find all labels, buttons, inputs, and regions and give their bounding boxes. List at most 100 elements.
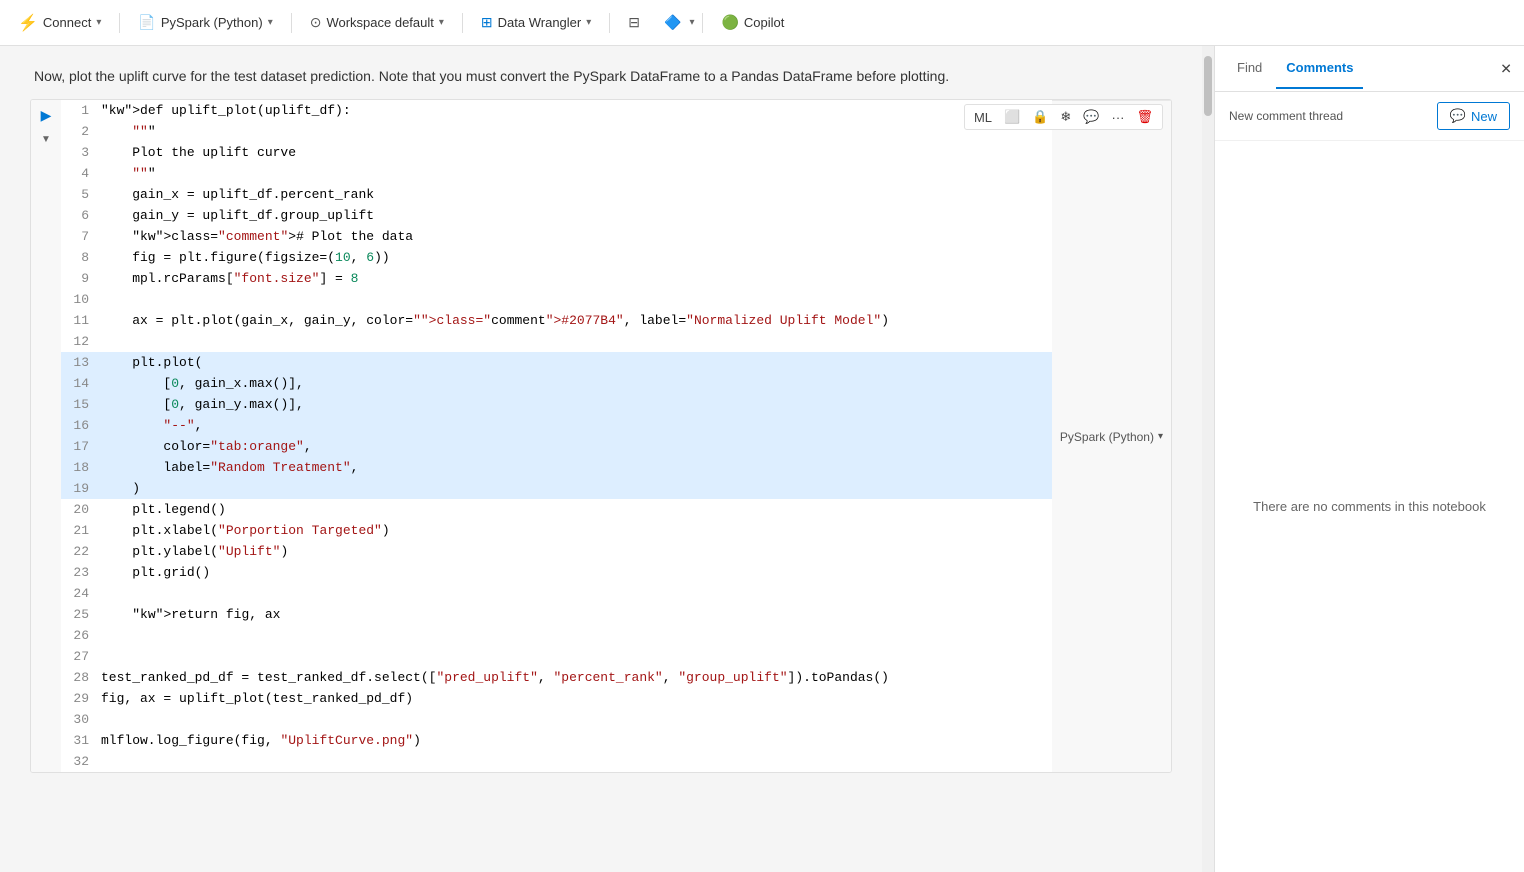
table-row: 31mlflow.log_figure(fig, "UpliftCurve.pn… xyxy=(61,730,1052,751)
vscode-button[interactable]: 🔷 xyxy=(654,10,691,35)
line-code[interactable]: fig, ax = uplift_plot(test_ranked_pd_df) xyxy=(101,688,1052,709)
connect-button[interactable]: ⚡ Connect ▾ xyxy=(8,9,111,37)
line-code[interactable] xyxy=(101,709,1052,730)
table-row: 28test_ranked_pd_df = test_ranked_df.sel… xyxy=(61,667,1052,688)
line-code[interactable]: gain_y = uplift_df.group_uplift xyxy=(101,205,1052,226)
line-code[interactable]: fig = plt.figure(figsize=(10, 6)) xyxy=(101,247,1052,268)
cell-description: Now, plot the uplift curve for the test … xyxy=(30,66,1172,87)
run-button[interactable]: ▶ xyxy=(35,104,57,126)
line-code[interactable]: plt.xlabel("Porportion Targeted") xyxy=(101,520,1052,541)
scrollbar[interactable] xyxy=(1202,46,1214,872)
line-code[interactable]: """ xyxy=(101,121,1052,142)
line-code[interactable]: "kw">return fig, ax xyxy=(101,604,1052,625)
line-code[interactable]: "--", xyxy=(101,415,1052,436)
line-number: 6 xyxy=(61,205,101,226)
code-content[interactable]: 1"kw">def uplift_plot(uplift_df):2 """3 … xyxy=(61,100,1052,772)
line-code[interactable]: plt.plot( xyxy=(101,352,1052,373)
lock-button[interactable]: 🔒 xyxy=(1029,107,1051,127)
line-code[interactable]: Plot the uplift curve xyxy=(101,142,1052,163)
line-code[interactable]: mlflow.log_figure(fig, "UpliftCurve.png"… xyxy=(101,730,1052,751)
table-row: 4 """ xyxy=(61,163,1052,184)
table-row: 6 gain_y = uplift_df.group_uplift xyxy=(61,205,1052,226)
line-code[interactable] xyxy=(101,331,1052,352)
cell-container[interactable]: Now, plot the uplift curve for the test … xyxy=(0,46,1202,872)
data-wrangler-button[interactable]: ⊞ Data Wrangler ▾ xyxy=(471,10,601,35)
line-code[interactable]: [0, gain_y.max()], xyxy=(101,394,1052,415)
line-code[interactable] xyxy=(101,583,1052,604)
more-button[interactable]: ··· xyxy=(1108,108,1127,127)
ml-button[interactable]: ML xyxy=(971,108,995,127)
table-row: 12 xyxy=(61,331,1052,352)
workspace-button[interactable]: ⊙ Workspace default ▾ xyxy=(300,10,454,35)
scrollbar-thumb xyxy=(1204,56,1212,116)
line-number: 31 xyxy=(61,730,101,751)
comment-plus-icon: 💬 xyxy=(1450,108,1466,124)
new-comment-button[interactable]: 💬 New xyxy=(1437,102,1510,130)
language-selector[interactable]: PySpark (Python) ▾ xyxy=(1060,430,1163,444)
line-code[interactable]: [0, gain_x.max()], xyxy=(101,373,1052,394)
table-row: 7 "kw">class="comment"># Plot the data xyxy=(61,226,1052,247)
delete-button[interactable]: 🗑 xyxy=(1133,107,1156,127)
table-row: 1"kw">def uplift_plot(uplift_df): xyxy=(61,100,1052,121)
line-code[interactable] xyxy=(101,289,1052,310)
panel-empty: There are no comments in this notebook xyxy=(1215,141,1524,872)
workspace-label: Workspace default xyxy=(326,15,433,30)
table-row: 16 "--", xyxy=(61,415,1052,436)
crop-button[interactable]: ⬜ xyxy=(1001,107,1023,127)
table-row: 14 [0, gain_x.max()], xyxy=(61,373,1052,394)
line-code[interactable]: """ xyxy=(101,163,1052,184)
table-row: 18 label="Random Treatment", xyxy=(61,457,1052,478)
table-row: 17 color="tab:orange", xyxy=(61,436,1052,457)
table-row: 22 plt.ylabel("Uplift") xyxy=(61,541,1052,562)
line-code[interactable] xyxy=(101,751,1052,772)
line-code[interactable]: plt.legend() xyxy=(101,499,1052,520)
line-number: 17 xyxy=(61,436,101,457)
table-row: 15 [0, gain_y.max()], xyxy=(61,394,1052,415)
line-number: 26 xyxy=(61,625,101,646)
line-code[interactable]: "kw">class="comment"># Plot the data xyxy=(101,226,1052,247)
table-row: 24 xyxy=(61,583,1052,604)
line-code[interactable] xyxy=(101,625,1052,646)
line-code[interactable]: plt.grid() xyxy=(101,562,1052,583)
line-code[interactable]: label="Random Treatment", xyxy=(101,457,1052,478)
collapse-button[interactable]: ▼ xyxy=(35,128,57,150)
find-tab[interactable]: Find xyxy=(1227,48,1272,89)
line-number: 25 xyxy=(61,604,101,625)
empty-message: There are no comments in this notebook xyxy=(1253,499,1486,514)
line-number: 23 xyxy=(61,562,101,583)
line-code[interactable]: ) xyxy=(101,478,1052,499)
pyspark-button[interactable]: 📄 PySpark (Python) ▾ xyxy=(128,10,282,35)
line-code[interactable]: ax = plt.plot(gain_x, gain_y, color="">c… xyxy=(101,310,1052,331)
close-button[interactable]: ✕ xyxy=(1500,60,1512,77)
line-code[interactable] xyxy=(101,646,1052,667)
line-code[interactable]: plt.ylabel("Uplift") xyxy=(101,541,1052,562)
pyspark-chevron: ▾ xyxy=(268,17,273,28)
line-code[interactable]: "kw">def uplift_plot(uplift_df): xyxy=(101,100,1052,121)
line-number: 1 xyxy=(61,100,101,121)
line-number: 11 xyxy=(61,310,101,331)
line-number: 29 xyxy=(61,688,101,709)
line-number: 20 xyxy=(61,499,101,520)
line-code[interactable]: mpl.rcParams["font.size"] = 8 xyxy=(101,268,1052,289)
table-row: 29fig, ax = uplift_plot(test_ranked_pd_d… xyxy=(61,688,1052,709)
line-code[interactable]: test_ranked_pd_df = test_ranked_df.selec… xyxy=(101,667,1052,688)
top-toolbar: ⚡ Connect ▾ 📄 PySpark (Python) ▾ ⊙ Works… xyxy=(0,0,1524,46)
line-number: 32 xyxy=(61,751,101,772)
copilot-button[interactable]: 🟢 Copilot xyxy=(711,10,794,35)
copilot-label: Copilot xyxy=(744,15,784,30)
snowflake-button[interactable]: ❄ xyxy=(1057,107,1074,127)
data-wrangler-chevron: ▾ xyxy=(586,17,591,28)
comment-button[interactable]: 💬 xyxy=(1080,107,1102,127)
layout-button[interactable]: ⊟ xyxy=(618,10,650,35)
panel-actions: New comment thread 💬 New xyxy=(1215,92,1524,141)
separator-4 xyxy=(609,13,610,33)
table-row: 20 plt.legend() xyxy=(61,499,1052,520)
comments-tab[interactable]: Comments xyxy=(1276,48,1363,89)
cell-toolbar: ML ⬜ 🔒 ❄ 💬 ··· 🗑 xyxy=(964,104,1163,130)
table-row: 23 plt.grid() xyxy=(61,562,1052,583)
cell-controls: ▶ ▼ xyxy=(31,100,61,772)
line-code[interactable]: gain_x = uplift_df.percent_rank xyxy=(101,184,1052,205)
line-number: 14 xyxy=(61,373,101,394)
line-code[interactable]: color="tab:orange", xyxy=(101,436,1052,457)
code-cell: ▶ ▼ ML ⬜ 🔒 ❄ 💬 ··· 🗑 1"kw">def uplift_ xyxy=(30,99,1172,773)
